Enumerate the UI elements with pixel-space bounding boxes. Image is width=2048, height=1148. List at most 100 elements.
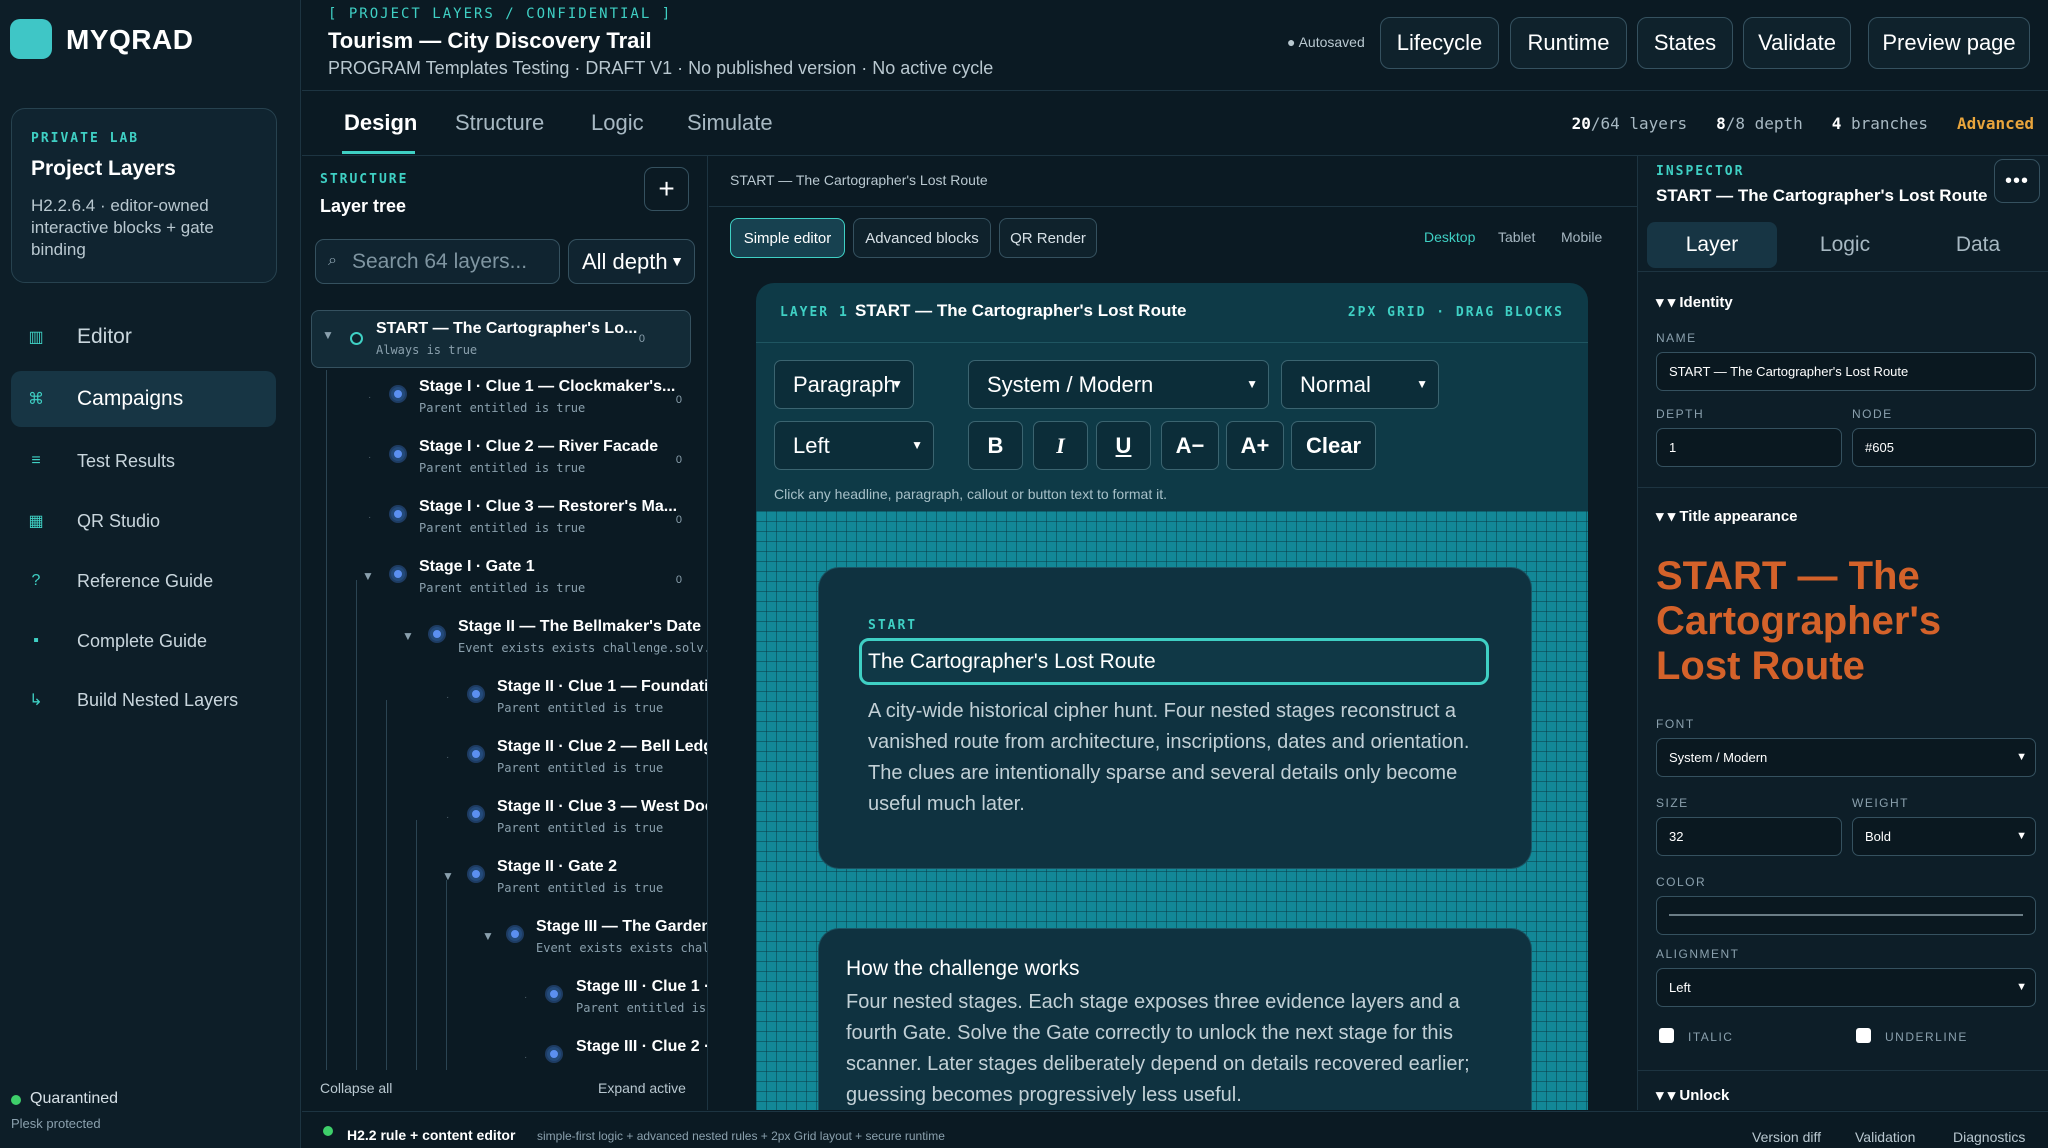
clear-format-button[interactable]: Clear (1291, 421, 1376, 470)
tree-node[interactable]: · Stage I · Clue 2 — River Facade Parent… (302, 432, 707, 492)
align-select[interactable]: Left ▼ (774, 421, 934, 470)
tree-node[interactable]: · Stage I · Clue 1 — Clockmaker's... Par… (302, 372, 707, 432)
unlock-section-toggle[interactable]: ▾ ▾ Unlock (1656, 1086, 1729, 1104)
font-select[interactable]: System / Modern ▼ (968, 360, 1269, 409)
tab-design[interactable]: Design (344, 110, 417, 136)
node-title: Stage III — The Garden (536, 918, 708, 935)
list-icon: ≡ (31, 452, 41, 469)
font-select[interactable]: System / Modern ▼ (1656, 738, 2036, 777)
size-select[interactable]: Normal ▼ (1281, 360, 1439, 409)
breadcrumb: [ PROJECT LAYERS / CONFIDENTIAL ] (328, 6, 673, 22)
active-tab-indicator (342, 151, 415, 154)
collapse-all-link[interactable]: Collapse all (320, 1080, 392, 1096)
tab-simulate[interactable]: Simulate (687, 110, 773, 136)
tab-data[interactable]: Data (1913, 222, 2043, 268)
card-title-field[interactable]: The Cartographer's Lost Route (859, 638, 1489, 685)
structure-kicker: STRUCTURE (320, 172, 409, 187)
main-tabs: Design Structure Logic Simulate 20/64 la… (302, 92, 2048, 156)
tree-node[interactable]: · Stage II · Clue 3 — West Doo Parent en… (302, 792, 707, 852)
start-card[interactable]: START The Cartographer's Lost Route A ci… (819, 568, 1531, 868)
states-button[interactable]: States (1637, 17, 1733, 69)
depth-field[interactable]: 1 (1656, 428, 1842, 467)
bold-button[interactable]: B (968, 421, 1023, 470)
chevron-down-icon: ▼ (1416, 377, 1428, 391)
sidebar-item-build-nested-layers[interactable]: ↳ Build Nested Layers (11, 672, 276, 728)
mode-badge[interactable]: Advanced (1957, 114, 2034, 133)
card-paragraph[interactable]: A city-wide historical cipher hunt. Four… (868, 696, 1488, 820)
sidebar-item-editor[interactable]: ▥ Editor (11, 309, 276, 365)
expand-active-link[interactable]: Expand active (598, 1080, 686, 1096)
tree-node-start[interactable]: ▼ START — The Cartographer's Lo... Alway… (311, 310, 691, 368)
tree-node[interactable]: ▼ Stage II · Gate 2 Parent entitled is t… (302, 852, 707, 912)
lifecycle-button[interactable]: Lifecycle (1380, 17, 1499, 69)
more-options-button[interactable]: ••• (1994, 159, 2040, 203)
italic-button[interactable]: I (1033, 421, 1088, 470)
node-field[interactable]: #605 (1852, 428, 2036, 467)
underline-button[interactable]: U (1096, 421, 1151, 470)
alignment-select[interactable]: Left ▼ (1656, 968, 2036, 1007)
weight-select[interactable]: Bold ▼ (1852, 817, 2036, 856)
validate-button[interactable]: Validate (1743, 17, 1851, 69)
card-kicker: START (868, 618, 918, 633)
tree-node[interactable]: · Stage III · Clue 1 · Parent entitled i… (302, 972, 707, 1032)
identity-section-toggle[interactable]: ▾ ▾ Identity (1656, 293, 1733, 311)
node-subtitle: Parent entitled is (576, 1001, 707, 1015)
tree-node[interactable]: · Stage III · Clue 2 · (302, 1032, 707, 1070)
title-preview: START — The Cartographer's Lost Route (1656, 554, 1942, 688)
card-paragraph[interactable]: Four nested stages. Each stage exposes t… (846, 987, 1506, 1110)
format-hint: Click any headline, paragraph, callout o… (774, 486, 1167, 502)
node-bullet-icon (391, 567, 405, 581)
simple-editor-button[interactable]: Simple editor (730, 218, 845, 258)
tree-node[interactable]: ▼ Stage I · Gate 1 Parent entitled is tr… (302, 552, 707, 612)
tree-node[interactable]: · Stage I · Clue 3 — Restorer's Ma... Pa… (302, 492, 707, 552)
name-field[interactable]: START — The Cartographer's Lost Route (1656, 352, 2036, 391)
sidebar-item-test-results[interactable]: ≡ Test Results (11, 433, 276, 489)
sidebar-item-complete-guide[interactable]: ▪ Complete Guide (11, 613, 276, 669)
underline-checkbox[interactable] (1856, 1028, 1871, 1043)
device-mobile[interactable]: Mobile (1561, 229, 1602, 245)
increase-size-button[interactable]: A+ (1226, 421, 1284, 470)
tab-structure[interactable]: Structure (455, 110, 544, 136)
inspector-title: START — The Cartographer's Lost Route (1656, 186, 1988, 205)
tree-node[interactable]: ▼ Stage II — The Bellmaker's Date Event … (302, 612, 707, 672)
card-heading[interactable]: How the challenge works (846, 957, 1079, 981)
diagnostics-link[interactable]: Diagnostics (1953, 1129, 2025, 1145)
preview-page-button[interactable]: Preview page (1868, 17, 2030, 69)
chevron-down-icon: ▼ (1246, 377, 1258, 391)
device-tablet[interactable]: Tablet (1498, 229, 1535, 245)
version-diff-link[interactable]: Version diff (1752, 1129, 1821, 1145)
italic-checkbox[interactable] (1659, 1028, 1674, 1043)
sidebar-item-qr-studio[interactable]: ▦ QR Studio (11, 493, 276, 549)
add-layer-button[interactable]: + (644, 167, 689, 211)
sidebar-item-campaigns[interactable]: ⌘ Campaigns (11, 371, 276, 427)
size-field[interactable]: 32 (1656, 817, 1842, 856)
block-type-select[interactable]: Paragraph ▼ (774, 360, 914, 409)
sidebar-item-reference-guide[interactable]: ? Reference Guide (11, 553, 276, 609)
title-appearance-section-toggle[interactable]: ▾ ▾ Title appearance (1656, 507, 1798, 525)
color-label: COLOR (1656, 875, 1707, 889)
device-desktop[interactable]: Desktop (1424, 229, 1475, 245)
advanced-blocks-button[interactable]: Advanced blocks (853, 218, 991, 258)
weight-value: Bold (1865, 829, 1892, 844)
header: [ PROJECT LAYERS / CONFIDENTIAL ] Touris… (302, 0, 2048, 91)
how-it-works-card[interactable]: How the challenge works Four nested stag… (819, 929, 1531, 1110)
search-input[interactable]: ⌕ Search 64 layers... (315, 239, 560, 284)
tab-logic[interactable]: Logic (591, 110, 644, 136)
divider (709, 206, 1637, 207)
command-icon: ⌘ (28, 391, 44, 408)
validation-link[interactable]: Validation (1855, 1129, 1915, 1145)
tree-node[interactable]: · Stage II · Clue 1 — Foundatic Parent e… (302, 672, 707, 732)
weight-label: WEIGHT (1852, 796, 1909, 810)
tab-inspector-logic[interactable]: Logic (1780, 222, 1910, 268)
depth-filter-select[interactable]: All depth ▼ (568, 239, 695, 284)
qr-render-button[interactable]: QR Render (999, 218, 1097, 258)
tree-node[interactable]: · Stage II · Clue 2 — Bell Ledge Parent … (302, 732, 707, 792)
color-field[interactable] (1656, 896, 2036, 935)
runtime-button[interactable]: Runtime (1510, 17, 1627, 69)
tree-node[interactable]: ▼ Stage III — The Garden Event exists ex… (302, 912, 708, 972)
tab-layer[interactable]: Layer (1647, 222, 1777, 268)
name-label: NAME (1656, 331, 1697, 345)
node-subtitle: Always is true (376, 343, 478, 357)
node-subtitle: Parent entitled is true (497, 881, 664, 895)
decrease-size-button[interactable]: A− (1161, 421, 1219, 470)
